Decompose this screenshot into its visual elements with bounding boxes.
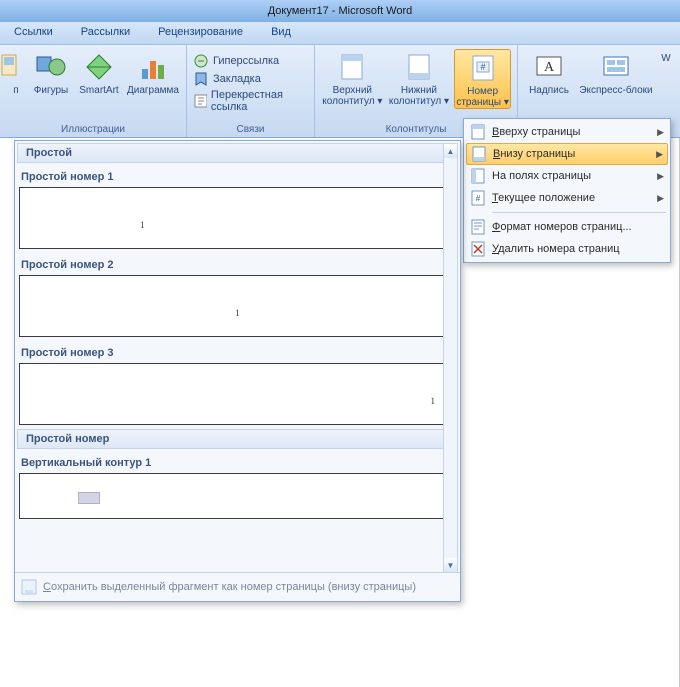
smartart-button[interactable]: SmartArt [76, 49, 122, 96]
header-button[interactable]: Верхнийколонтитул ▾ [321, 49, 384, 109]
svg-text:A: A [544, 60, 555, 75]
format-icon [470, 219, 486, 235]
menu-item-page-margins[interactable]: На полях страницы▶ [466, 165, 668, 187]
gallery-item-label: Простой номер 2 [17, 253, 458, 275]
title-bar: Документ17 - Microsoft Word [0, 0, 680, 22]
gallery-item-label: Простой номер 1 [17, 165, 458, 187]
shapes-button[interactable]: Фигуры [30, 49, 72, 96]
menu-item-top-of-page[interactable]: Вверху страницы▶ [466, 121, 668, 143]
crossref-icon [193, 93, 207, 109]
header-icon [336, 51, 368, 83]
gallery-item-plain-number-1[interactable]: 1 [19, 187, 456, 249]
textbox-icon: A [533, 51, 565, 83]
bookmark-button[interactable]: Закладка [193, 71, 308, 87]
submenu-arrow-icon: ▶ [657, 171, 664, 182]
group-label-links: Связи [193, 123, 308, 137]
tab-mailings[interactable]: Рассылки [67, 22, 144, 44]
smartart-icon [83, 51, 115, 83]
gallery-item-label: Простой номер 3 [17, 341, 458, 363]
page-current-icon: # [470, 190, 486, 206]
page-top-icon [470, 124, 486, 140]
save-selection-icon [21, 579, 37, 595]
chart-icon [137, 51, 169, 83]
hyperlink-icon [193, 53, 209, 69]
tab-review[interactable]: Рецензирование [144, 22, 257, 44]
gallery-item-vertical-outline-1[interactable] [19, 473, 456, 519]
submenu-arrow-icon: ▶ [656, 149, 663, 160]
window-title: Документ17 - Microsoft Word [268, 5, 413, 17]
menu-item-bottom-of-page[interactable]: Внизу страницы▶ [466, 143, 668, 165]
picture-icon [0, 51, 32, 83]
submenu-arrow-icon: ▶ [657, 193, 664, 204]
gallery-scrollbar[interactable]: ▲ ▼ [443, 143, 458, 573]
ribbon-tabstrip: Ссылки Рассылки Рецензирование Вид [0, 22, 680, 45]
hyperlink-button[interactable]: Гиперссылка [193, 53, 308, 69]
gallery-item-label: Вертикальный контур 1 [17, 451, 458, 473]
page-bottom-icon [471, 146, 487, 162]
tab-view[interactable]: Вид [257, 22, 305, 44]
menu-item-remove-numbers[interactable]: Удалить номера страниц [466, 238, 668, 260]
bookmark-icon [193, 71, 209, 87]
ribbon-group-links: Гиперссылка Закладка Перекрестная ссылка… [187, 45, 315, 137]
quickparts-icon [600, 51, 632, 83]
gallery-item-plain-number-2[interactable]: 1 [19, 275, 456, 337]
gallery-category-simple: Простой [17, 143, 458, 163]
gallery-save-selection[interactable]: Сохранить выделенный фрагмент как номер … [15, 572, 460, 601]
gallery-body: Простой Простой номер 1 1 Простой номер … [15, 141, 460, 572]
group-label-illustrations: Иллюстрации [6, 123, 180, 137]
page-number-gallery: Простой Простой номер 1 1 Простой номер … [14, 140, 461, 602]
page-number-menu: Вверху страницы▶ Внизу страницы▶ На поля… [463, 118, 671, 263]
chart-button[interactable]: Диаграмма [126, 49, 180, 96]
svg-text:#: # [480, 62, 485, 72]
textbox-button[interactable]: A Надпись [524, 49, 574, 96]
submenu-arrow-icon: ▶ [657, 127, 664, 138]
wordart-button[interactable]: W [658, 49, 674, 96]
footer-icon [403, 51, 435, 83]
svg-text:#: # [476, 194, 481, 203]
gallery-category-simple-number: Простой номер [17, 429, 458, 449]
gallery-item-plain-number-3[interactable]: 1 [19, 363, 456, 425]
shapes-icon [35, 51, 67, 83]
menu-separator [492, 212, 666, 213]
menu-item-format-numbers[interactable]: Формат номеров страниц... [466, 216, 668, 238]
remove-icon [470, 241, 486, 257]
menu-item-current-position[interactable]: # Текущее положение▶ [466, 187, 668, 209]
tab-references[interactable]: Ссылки [0, 22, 67, 44]
page-number-button[interactable]: # Номерстраницы ▾ [454, 49, 511, 109]
scroll-up-icon[interactable]: ▲ [444, 144, 457, 158]
ribbon-group-illustrations: п Фигуры SmartArt Диаграмма Иллюстрации [0, 45, 187, 137]
crossref-button[interactable]: Перекрестная ссылка [193, 89, 308, 113]
quickparts-button[interactable]: Экспресс-блоки [578, 49, 654, 96]
page-margins-icon [470, 168, 486, 184]
page-number-icon: # [467, 52, 499, 84]
footer-button[interactable]: Нижнийколонтитул ▾ [388, 49, 451, 109]
picture-button[interactable]: п [6, 49, 26, 96]
scroll-down-icon[interactable]: ▼ [444, 558, 457, 572]
